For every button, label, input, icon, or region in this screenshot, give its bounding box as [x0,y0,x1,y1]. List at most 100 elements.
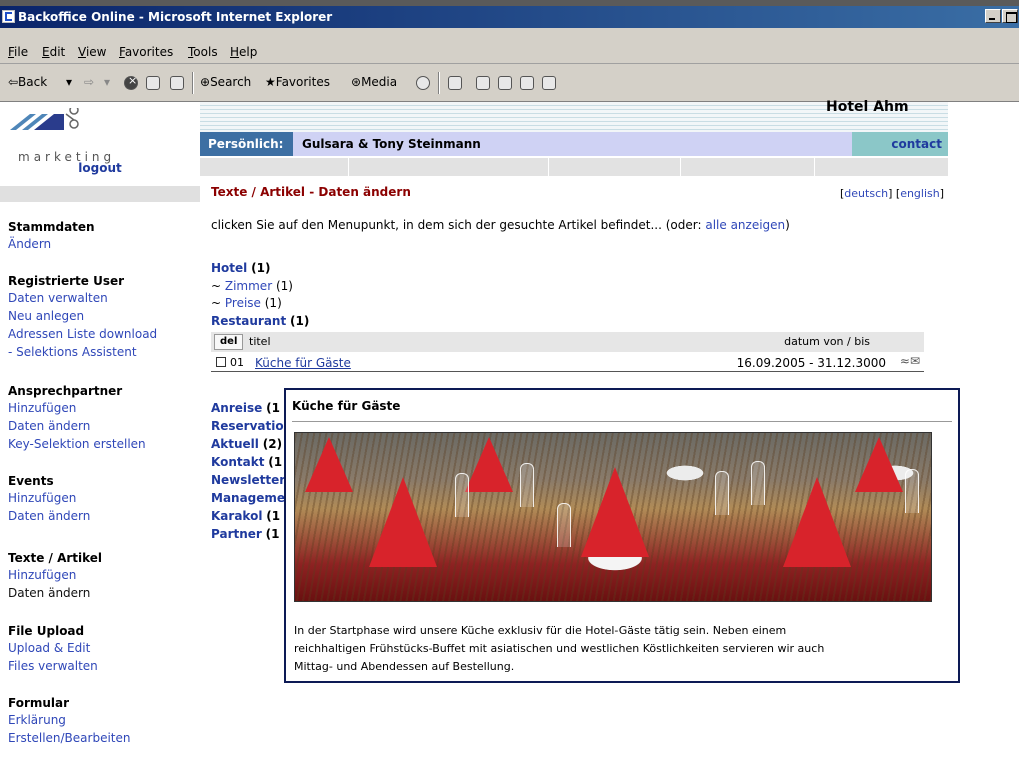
sidebar-link[interactable]: - Selektions Assistent [8,343,198,361]
forward-dropdown[interactable]: ▾ [104,75,110,89]
menu-tools[interactable]: Tools [188,45,218,59]
menu-view[interactable]: View [78,45,106,59]
category-count: (1 [266,509,281,523]
category-newsletter: Newsletter [211,471,285,489]
sidebar-link[interactable]: Adressen Liste download [8,325,198,343]
sidebar-link[interactable]: Daten ändern [8,417,198,435]
sidebar-section-file-upload: File Upload Upload & Edit Files verwalte… [8,624,198,675]
sidebar-link[interactable]: Neu anlegen [8,307,198,325]
row-number: 01 [230,356,244,369]
personal-label: Persönlich: [200,132,293,156]
back-button[interactable]: ⇦Back [8,75,47,89]
menu-file[interactable]: File [8,45,28,59]
menu-edit[interactable]: Edit [42,45,65,59]
favorites-label: Favorites [275,75,330,89]
category-link[interactable]: Partner [211,527,262,541]
browser-toolbar: ⇦Back ▾ ⇨ ▾ ⊕Search ★Favorites ⊛Media [0,64,1019,102]
row-title-link[interactable]: Küche für Gäste [255,356,351,370]
napkin-shape [369,477,437,567]
page-title: Texte / Artikel - Daten ändern [211,185,411,199]
sidebar-link[interactable]: Files verwalten [8,657,198,675]
sidebar-heading: Texte / Artikel [8,551,103,565]
toolbar-separator [438,72,440,94]
subcategory-link[interactable]: Preise [225,296,261,310]
category-management: Manageme [211,489,285,507]
search-button[interactable]: ⊕Search [200,75,251,89]
show-all-link[interactable]: alle anzeigen [705,218,785,232]
print-icon[interactable] [476,76,490,90]
sidebar-link[interactable]: Hinzufügen [8,566,198,584]
header-gray-strip [200,158,948,176]
category-link[interactable]: Newsletter [211,473,285,487]
home-icon[interactable] [170,76,184,90]
logout-link[interactable]: logout [0,161,200,175]
category-count: (1) [251,261,271,275]
napkin-shape [305,437,353,492]
category-count: (1 [266,401,280,415]
category-link[interactable]: Hotel [211,261,247,275]
column-header-title: titel [249,335,271,348]
popup-title: Küche für Gäste [292,399,401,413]
back-dropdown[interactable]: ▾ [66,75,72,89]
category-link[interactable]: Anreise [211,401,262,415]
sidebar-link[interactable]: Daten verwalten [8,289,198,307]
category-aktuell: Aktuell (2) [211,435,282,453]
discuss-icon[interactable] [520,76,534,90]
sidebar-link[interactable]: Key-Selektion erstellen [8,435,198,453]
history-icon[interactable] [416,76,430,90]
category-karakol: Karakol (1 [211,507,280,525]
category-link[interactable]: Kontakt [211,455,264,469]
favorites-button[interactable]: ★Favorites [265,75,330,89]
minimize-button[interactable] [985,9,1001,23]
category-link[interactable]: Karakol [211,509,262,523]
menu-help[interactable]: Help [230,45,257,59]
category-link[interactable]: Aktuell [211,437,259,451]
category-hotel: Hotel (1) [211,259,270,277]
sidebar-link[interactable]: Hinzufügen [8,399,198,417]
category-link[interactable]: Reservatio [211,419,284,433]
search-icon: ⊕ [200,75,211,89]
sidebar-section-texte-artikel: Texte / Artikel Hinzufügen Daten ändern [8,551,198,602]
sidebar-link[interactable]: Hinzufügen [8,489,198,507]
personal-name: Gulsara & Tony Steinmann [302,137,481,151]
menu-favorites[interactable]: Favorites [119,45,173,59]
row-checkbox[interactable] [216,357,226,367]
forward-button[interactable]: ⇨ [84,75,94,89]
category-link[interactable]: Restaurant [211,314,286,328]
sidebar-link[interactable]: Upload & Edit [8,639,198,657]
delete-button[interactable]: del [214,334,244,350]
maximize-button[interactable] [1002,9,1018,23]
category-partner: Partner (1 [211,525,280,543]
stop-icon[interactable] [124,74,138,90]
sidebar-heading: File Upload [8,624,85,638]
sidebar-section-stammdaten: Stammdaten Ändern [8,220,198,253]
row-date: 16.09.2005 - 31.12.3000 [736,356,886,370]
sidebar-link-current[interactable]: Daten ändern [8,584,198,602]
lang-english-link[interactable]: english [900,187,940,200]
instruction-label: clicken Sie auf den Menupunkt, in dem si… [211,218,706,232]
napkin-shape [783,477,851,567]
sidebar-link[interactable]: Erklärung [8,711,198,729]
category-count: (1 [265,527,280,541]
contact-link[interactable]: contact [852,132,948,156]
refresh-icon[interactable] [146,76,160,90]
media-button[interactable]: ⊛Media [351,75,397,89]
lang-deutsch-link[interactable]: deutsch [844,187,888,200]
media-icon: ⊛ [351,75,362,89]
media-label: Media [361,75,398,89]
sidebar-link[interactable]: Daten ändern [8,507,198,525]
subcategory-link[interactable]: Zimmer [225,279,272,293]
mail-icon[interactable] [448,76,462,90]
sidebar-link[interactable]: Ändern [8,235,198,253]
category-link[interactable]: Manageme [211,491,285,505]
instruction-text: clicken Sie auf den Menupunkt, in dem si… [211,218,790,232]
sidebar-link[interactable]: Erstellen/Bearbeiten [8,729,198,747]
subcategory-preise: ~ Preise (1) [211,296,282,310]
sidebar-section-ansprechpartner: Ansprechpartner Hinzufügen Daten ändern … [8,384,198,453]
article-preview-popup: Küche für Gäste In der Startphase wird u… [284,388,960,683]
messenger-icon[interactable] [542,76,556,90]
approx-icon[interactable]: ≈ [900,354,910,368]
mail-icon[interactable]: ✉ [910,354,920,368]
sidebar: marketing logout Stammdaten Ändern Regis… [0,102,200,760]
edit-icon[interactable] [498,76,512,90]
